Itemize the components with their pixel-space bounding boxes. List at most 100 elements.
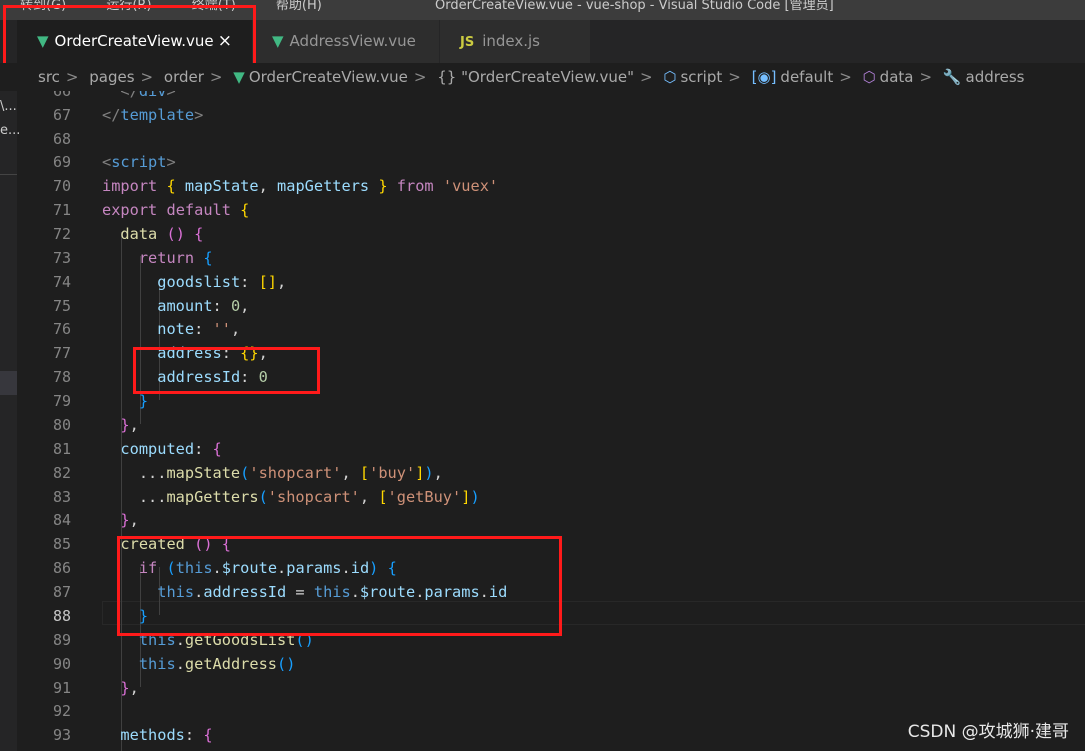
- code-line[interactable]: },: [102, 413, 138, 437]
- breadcrumb-script[interactable]: script: [680, 68, 722, 86]
- breadcrumb-data[interactable]: data: [880, 68, 914, 86]
- code-line[interactable]: goodslist: [],: [102, 270, 286, 294]
- tab-ordercreateview[interactable]: ▼ OrderCreateView.vue ×: [17, 20, 252, 63]
- cube-outline-icon: ⬡: [663, 68, 677, 86]
- line-number: 91: [52, 679, 71, 697]
- chevron-right-icon: >: [140, 68, 154, 86]
- code-line[interactable]: addressId: 0: [102, 365, 268, 389]
- watermark: CSDN @攻城狮·建哥: [907, 722, 1069, 742]
- explorer-item[interactable]: \...: [0, 99, 17, 114]
- line-number: 94: [17, 747, 71, 751]
- divider: [0, 174, 17, 175]
- code-line[interactable]: this.addressId = this.$route.params.id: [102, 580, 507, 604]
- code-line[interactable]: data () {: [102, 222, 203, 246]
- chevron-right-icon: >: [639, 68, 653, 86]
- code-line[interactable]: }: [102, 389, 148, 413]
- close-icon[interactable]: ×: [218, 20, 232, 63]
- breadcrumb-component[interactable]: {} "OrderCreateView.vue": [437, 68, 634, 86]
- breadcrumb-order[interactable]: order: [164, 68, 204, 86]
- js-icon: JS: [460, 35, 475, 50]
- chevron-right-icon: >: [209, 68, 223, 86]
- line-number: 88: [52, 607, 71, 625]
- line-number: 76: [52, 320, 71, 338]
- vue-icon: ▼: [233, 68, 245, 86]
- line-number: 93: [52, 726, 71, 744]
- line-number: 66: [52, 91, 71, 100]
- tab-label: OrderCreateView.vue: [54, 32, 214, 50]
- line-number: 77: [52, 344, 71, 362]
- explorer-strip: \... e...: [0, 91, 20, 751]
- line-number: 84: [52, 511, 71, 529]
- vue-icon: ▼: [37, 32, 49, 50]
- chevron-right-icon: >: [919, 68, 933, 86]
- code-line[interactable]: getGoodsList () {: [102, 747, 296, 751]
- line-number: 87: [52, 583, 71, 601]
- code-line[interactable]: ...mapState('shopcart', ['buy']),: [102, 461, 443, 485]
- code-line[interactable]: export default {: [102, 198, 249, 222]
- line-number: 90: [52, 655, 71, 673]
- title-bar: 转到(G) 运行(R) 终端(T) 帮助(H) OrderCreateView.…: [0, 0, 1085, 20]
- code-line[interactable]: ...mapGetters('shopcart', ['getBuy']): [102, 485, 480, 509]
- vue-icon: ▼: [272, 32, 284, 50]
- line-number: 69: [52, 153, 71, 171]
- line-number: 75: [52, 297, 71, 315]
- chevron-right-icon: >: [839, 68, 852, 86]
- code-line[interactable]: <script>: [102, 150, 176, 174]
- cube-icon: ⬡: [862, 68, 876, 86]
- current-line-highlight: [102, 601, 1085, 625]
- code-line[interactable]: },: [102, 676, 138, 700]
- breadcrumb: src > pages > order > ▼ OrderCreateView.vue >…: [0, 63, 1085, 91]
- breadcrumb-pages[interactable]: pages: [89, 68, 134, 86]
- breadcrumb-default[interactable]: default: [780, 68, 833, 86]
- tab-label: AddressView.vue: [289, 32, 416, 50]
- breadcrumb-file[interactable]: OrderCreateView.vue: [249, 68, 408, 86]
- line-number: 81: [52, 440, 71, 458]
- tab-index-js[interactable]: JS index.js: [440, 20, 590, 63]
- line-number: 79: [52, 392, 71, 410]
- code-line[interactable]: </div>: [102, 91, 175, 103]
- tab-label: index.js: [482, 32, 540, 50]
- breadcrumb-src[interactable]: src: [38, 68, 60, 86]
- menu-goto[interactable]: 转到(G): [20, 0, 66, 13]
- line-number: 89: [52, 631, 71, 649]
- line-number: 82: [52, 464, 71, 482]
- window-title: OrderCreateView.vue - vue-shop - Visual …: [435, 0, 834, 13]
- line-number: 78: [52, 368, 71, 386]
- menu-run[interactable]: 运行(R): [106, 0, 151, 13]
- menu-bar: 转到(G) 运行(R) 终端(T) 帮助(H): [20, 0, 358, 13]
- code-line[interactable]: created () {: [102, 532, 231, 556]
- menu-help[interactable]: 帮助(H): [276, 0, 322, 13]
- line-number: 71: [52, 201, 71, 219]
- line-number: 70: [52, 177, 71, 195]
- line-number: 74: [52, 273, 71, 291]
- line-number: 83: [52, 488, 71, 506]
- code-line[interactable]: this.getGoodsList(): [102, 628, 314, 652]
- line-number: 86: [52, 559, 71, 577]
- code-line[interactable]: computed: {: [102, 437, 221, 461]
- line-number: 68: [52, 130, 71, 148]
- line-number: 67: [52, 106, 71, 124]
- code-line[interactable]: return {: [102, 246, 213, 270]
- tab-addressview[interactable]: ▼ AddressView.vue: [252, 20, 439, 63]
- code-line[interactable]: },: [102, 508, 138, 532]
- code-line[interactable]: }: [102, 604, 148, 628]
- line-number: 85: [52, 535, 71, 553]
- code-line[interactable]: amount: 0,: [102, 294, 249, 318]
- code-line[interactable]: note: '',: [102, 317, 240, 341]
- breadcrumb-address[interactable]: address: [966, 68, 1025, 86]
- explorer-selected-item[interactable]: [0, 371, 17, 395]
- code-line[interactable]: methods: {: [102, 723, 212, 747]
- code-editor[interactable]: 66 67 68 69 70 71 72 73 74 75 76 77 78 79 80 81 82 83 84 85…: [17, 91, 1085, 751]
- menu-terminal[interactable]: 终端(T): [192, 0, 236, 13]
- chevron-right-icon: >: [65, 68, 79, 86]
- editor-tab-bar: ▼ OrderCreateView.vue × ▼ AddressView.vue …: [0, 20, 1085, 63]
- code-line[interactable]: </template>: [102, 103, 203, 127]
- code-line[interactable]: this.getAddress(): [102, 652, 296, 676]
- code-line[interactable]: if (this.$route.params.id) {: [102, 556, 397, 580]
- variable-icon: [◉]: [751, 68, 777, 86]
- code-line[interactable]: address: {},: [102, 341, 268, 365]
- line-number: 80: [52, 416, 71, 434]
- chevron-right-icon: >: [413, 68, 427, 86]
- line-number: 92: [52, 702, 71, 720]
- code-line[interactable]: import { mapState, mapGetters } from 'vu…: [102, 174, 498, 198]
